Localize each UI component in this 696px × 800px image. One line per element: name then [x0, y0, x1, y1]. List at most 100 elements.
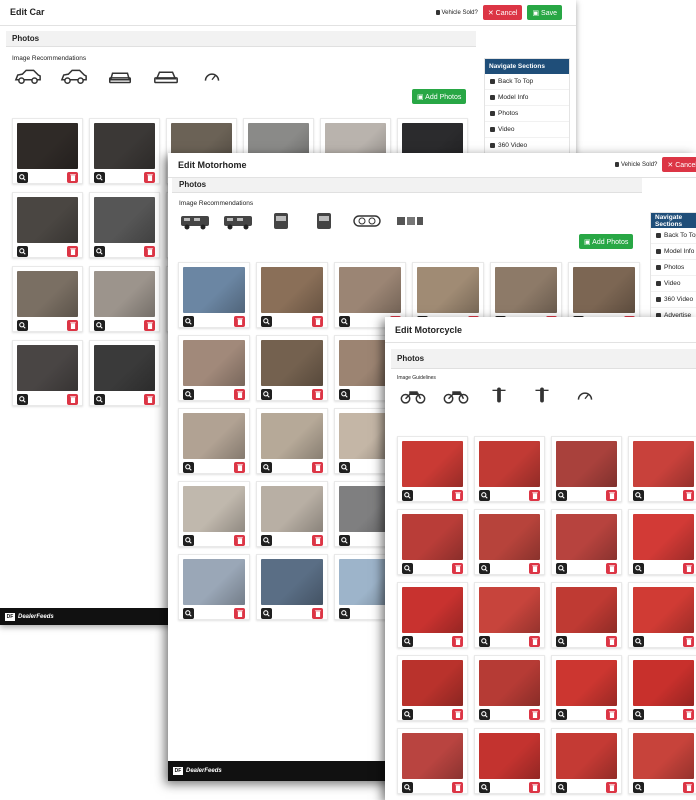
photo-thumbnail[interactable]: [402, 733, 463, 779]
trash-icon[interactable]: [606, 563, 617, 574]
zoom-icon[interactable]: [183, 535, 194, 546]
photo-thumbnail[interactable]: [633, 587, 694, 633]
photo-thumbnail[interactable]: [94, 123, 155, 169]
car-cancel-button[interactable]: ✕ Cancel: [482, 5, 523, 20]
zoom-icon[interactable]: [17, 394, 28, 405]
photo-thumbnail[interactable]: [17, 271, 78, 317]
trash-icon[interactable]: [606, 636, 617, 647]
zoom-icon[interactable]: [94, 246, 105, 257]
nav-item[interactable]: 360 Video: [485, 138, 569, 154]
photo-thumbnail[interactable]: [94, 271, 155, 317]
trash-icon[interactable]: [234, 389, 245, 400]
photo-thumbnail[interactable]: [479, 660, 540, 706]
zoom-icon[interactable]: [479, 709, 490, 720]
nav-item[interactable]: Back To Top: [485, 74, 569, 90]
trash-icon[interactable]: [606, 709, 617, 720]
trash-icon[interactable]: [606, 782, 617, 793]
zoom-icon[interactable]: [261, 462, 272, 473]
photo-thumbnail[interactable]: [17, 123, 78, 169]
zoom-icon[interactable]: [479, 490, 490, 501]
trash-icon[interactable]: [312, 316, 323, 327]
photo-thumbnail[interactable]: [261, 486, 323, 532]
trash-icon[interactable]: [67, 320, 78, 331]
trash-icon[interactable]: [312, 462, 323, 473]
zoom-icon[interactable]: [339, 462, 350, 473]
photo-thumbnail[interactable]: [402, 514, 463, 560]
photo-thumbnail[interactable]: [94, 345, 155, 391]
photo-thumbnail[interactable]: [402, 660, 463, 706]
trash-icon[interactable]: [234, 462, 245, 473]
photo-thumbnail[interactable]: [183, 559, 245, 605]
zoom-icon[interactable]: [17, 320, 28, 331]
motorhome-cancel-button[interactable]: ✕ Cancel: [662, 157, 696, 172]
car-vehicle-sold-toggle[interactable]: Vehicle Sold?: [435, 10, 478, 16]
trash-icon[interactable]: [144, 172, 155, 183]
nav-item[interactable]: Video: [651, 276, 696, 292]
car-save-button[interactable]: ▣ Save: [527, 5, 562, 20]
zoom-icon[interactable]: [261, 535, 272, 546]
trash-icon[interactable]: [683, 490, 694, 501]
trash-icon[interactable]: [144, 394, 155, 405]
trash-icon[interactable]: [234, 608, 245, 619]
photo-thumbnail[interactable]: [556, 514, 617, 560]
photo-thumbnail[interactable]: [261, 413, 323, 459]
trash-icon[interactable]: [234, 316, 245, 327]
photo-thumbnail[interactable]: [17, 345, 78, 391]
photo-thumbnail[interactable]: [402, 587, 463, 633]
trash-icon[interactable]: [529, 709, 540, 720]
zoom-icon[interactable]: [479, 636, 490, 647]
photo-thumbnail[interactable]: [479, 441, 540, 487]
nav-item[interactable]: Model Info: [651, 244, 696, 260]
zoom-icon[interactable]: [556, 782, 567, 793]
photo-thumbnail[interactable]: [261, 267, 323, 313]
nav-item[interactable]: Photos: [651, 260, 696, 276]
zoom-icon[interactable]: [17, 246, 28, 257]
zoom-icon[interactable]: [94, 320, 105, 331]
zoom-icon[interactable]: [556, 636, 567, 647]
car-add-photos-button[interactable]: ▣ Add Photos: [412, 89, 467, 104]
zoom-icon[interactable]: [261, 389, 272, 400]
zoom-icon[interactable]: [556, 563, 567, 574]
trash-icon[interactable]: [452, 563, 463, 574]
zoom-icon[interactable]: [633, 636, 644, 647]
zoom-icon[interactable]: [94, 394, 105, 405]
nav-item[interactable]: Photos: [485, 106, 569, 122]
zoom-icon[interactable]: [183, 608, 194, 619]
photo-thumbnail[interactable]: [94, 197, 155, 243]
zoom-icon[interactable]: [402, 782, 413, 793]
trash-icon[interactable]: [683, 636, 694, 647]
photo-thumbnail[interactable]: [633, 660, 694, 706]
zoom-icon[interactable]: [339, 389, 350, 400]
zoom-icon[interactable]: [183, 316, 194, 327]
trash-icon[interactable]: [67, 394, 78, 405]
nav-item[interactable]: Model Info: [485, 90, 569, 106]
trash-icon[interactable]: [529, 563, 540, 574]
photo-thumbnail[interactable]: [573, 267, 635, 313]
photo-thumbnail[interactable]: [556, 587, 617, 633]
zoom-icon[interactable]: [556, 490, 567, 501]
zoom-icon[interactable]: [633, 709, 644, 720]
zoom-icon[interactable]: [339, 608, 350, 619]
photo-thumbnail[interactable]: [261, 559, 323, 605]
zoom-icon[interactable]: [479, 563, 490, 574]
photo-thumbnail[interactable]: [261, 340, 323, 386]
motorhome-add-photos-button[interactable]: ▣ Add Photos: [579, 234, 634, 249]
motorhome-vehicle-sold-toggle[interactable]: Vehicle Sold?: [615, 162, 657, 168]
photo-thumbnail[interactable]: [479, 514, 540, 560]
trash-icon[interactable]: [606, 490, 617, 501]
zoom-icon[interactable]: [633, 782, 644, 793]
zoom-icon[interactable]: [633, 490, 644, 501]
nav-item[interactable]: Video: [485, 122, 569, 138]
trash-icon[interactable]: [144, 246, 155, 257]
photo-thumbnail[interactable]: [556, 660, 617, 706]
trash-icon[interactable]: [452, 709, 463, 720]
zoom-icon[interactable]: [402, 636, 413, 647]
zoom-icon[interactable]: [94, 172, 105, 183]
trash-icon[interactable]: [67, 172, 78, 183]
photo-thumbnail[interactable]: [339, 267, 401, 313]
trash-icon[interactable]: [452, 636, 463, 647]
photo-thumbnail[interactable]: [183, 340, 245, 386]
nav-item[interactable]: 360 Video: [651, 292, 696, 308]
photo-thumbnail[interactable]: [402, 441, 463, 487]
nav-item[interactable]: Back To Top: [651, 228, 696, 244]
